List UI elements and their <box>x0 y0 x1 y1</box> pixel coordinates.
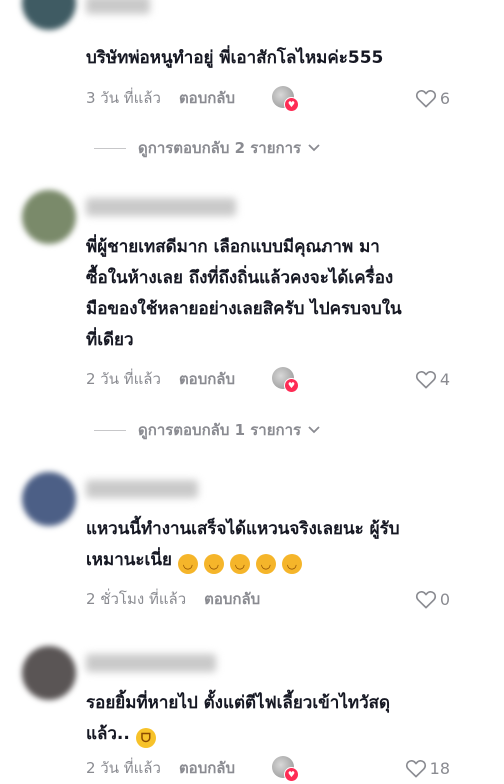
comment-meta: 2 วัน ที่แล้ว ตอบกลับ ♥ <box>86 367 456 393</box>
like-button[interactable]: 0 <box>415 587 450 611</box>
commenter-username[interactable] <box>86 0 150 14</box>
creator-heart-icon: ♥ <box>284 767 299 782</box>
like-button[interactable]: 4 <box>415 367 450 391</box>
smile-emoji-icon: ◡ <box>229 554 250 574</box>
creator-liked-avatar: ♥ <box>272 367 299 393</box>
comment-time: 2 วัน ที่แล้ว <box>86 759 161 777</box>
divider-line <box>94 429 126 431</box>
chevron-down-icon <box>308 144 320 152</box>
comment-meta: 2 ชั่วโมง ที่แล้ว ตอบกลับ <box>86 587 456 611</box>
heart-outline-icon <box>415 591 436 609</box>
reply-button[interactable]: ตอบกลับ <box>179 86 235 110</box>
commenter-avatar[interactable] <box>22 0 76 30</box>
heart-outline-icon <box>405 760 426 778</box>
laugh-emoji-icon: ᗜ <box>135 728 156 748</box>
like-count: 4 <box>439 369 450 389</box>
like-count: 18 <box>429 758 450 778</box>
view-replies-label: ดูการตอบกลับ 2 รายการ <box>138 139 302 157</box>
smile-emoji-icon: ◡ <box>281 554 302 574</box>
commenter-avatar[interactable] <box>22 472 76 526</box>
reply-button[interactable]: ตอบกลับ <box>204 587 260 611</box>
comment-time: 2 วัน ที่แล้ว <box>86 370 161 388</box>
creator-liked-avatar: ♥ <box>272 756 299 782</box>
view-replies-button[interactable]: ดูการตอบกลับ 1 รายการ <box>94 418 321 442</box>
like-count: 0 <box>439 589 450 609</box>
chevron-down-icon <box>308 426 320 434</box>
creator-heart-icon: ♥ <box>284 378 299 393</box>
comment-meta: 2 วัน ที่แล้ว ตอบกลับ ♥ <box>86 756 456 782</box>
comment-meta: 3 วัน ที่แล้ว ตอบกลับ ♥ <box>86 86 456 112</box>
reply-button[interactable]: ตอบกลับ <box>179 367 235 391</box>
creator-heart-icon: ♥ <box>284 97 299 112</box>
like-button[interactable]: 18 <box>405 756 450 780</box>
heart-outline-icon <box>415 90 436 108</box>
commenter-avatar[interactable] <box>22 190 76 244</box>
like-count: 6 <box>439 88 450 108</box>
comment-text-body: รอยยิ้มที่หายไป ตั้งแต่ตีไฟเลี้ยวเข้าไทว… <box>86 693 391 744</box>
comment-text: แหวนนี้ทำงานเสร็จได้แหวนจริงเลยนะ ผู้รับ… <box>86 514 458 576</box>
commenter-avatar[interactable] <box>22 646 76 700</box>
smile-emoji-icon: ◡ <box>255 554 276 574</box>
view-replies-button[interactable]: ดูการตอบกลับ 2 รายการ <box>94 136 321 160</box>
view-replies-label: ดูการตอบกลับ 1 รายการ <box>138 421 302 439</box>
comment-text: บริษัทพ่อหนูทำอยู่ พี่เอาสักโลไหมค่ะ555 <box>86 48 384 68</box>
smile-emoji-icon: ◡ <box>203 554 224 574</box>
comment-text: รอยยิ้มที่หายไป ตั้งแต่ตีไฟเลี้ยวเข้าไทว… <box>86 688 458 750</box>
creator-liked-avatar: ♥ <box>272 86 299 112</box>
reply-button[interactable]: ตอบกลับ <box>179 756 235 780</box>
heart-outline-icon <box>415 371 436 389</box>
smile-emoji-icon: ◡ <box>177 554 198 574</box>
commenter-username[interactable] <box>86 198 236 216</box>
comment-time: 3 วัน ที่แล้ว <box>86 89 161 107</box>
comment-text: พี่ผู้ชายเทสดีมาก เลือกแบบมีคุณภาพ มา ซื… <box>86 237 402 350</box>
divider-line <box>94 147 126 149</box>
commenter-username[interactable] <box>86 480 198 498</box>
comment-time: 2 ชั่วโมง ที่แล้ว <box>86 590 187 608</box>
commenter-username[interactable] <box>86 654 216 672</box>
like-button[interactable]: 6 <box>415 86 450 110</box>
